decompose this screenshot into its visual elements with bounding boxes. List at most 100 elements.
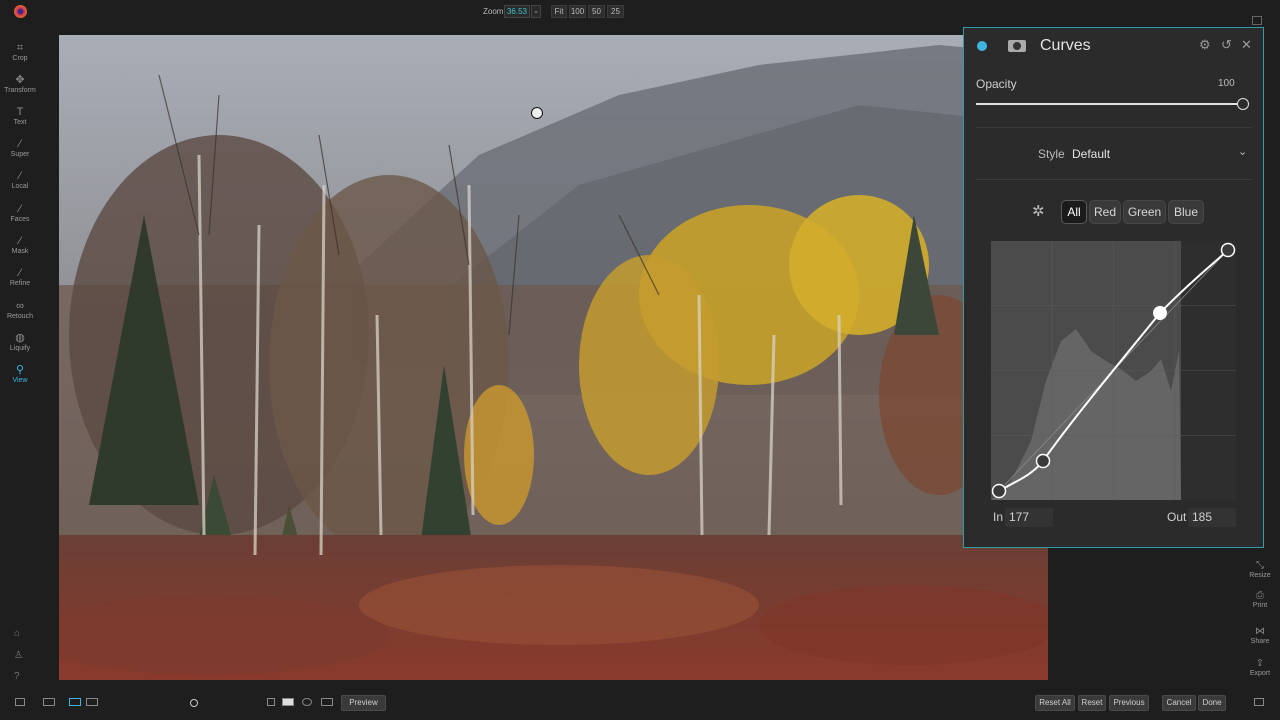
tool-label: Crop xyxy=(12,55,28,62)
style-label: Style xyxy=(1038,147,1065,161)
tool-print[interactable]: ⎙ Print xyxy=(1240,590,1280,609)
done-button[interactable]: Done xyxy=(1198,695,1226,711)
filter-enabled-toggle[interactable] xyxy=(977,41,987,51)
zoom-25-button[interactable]: 25 xyxy=(607,5,624,18)
tool-label: Refine xyxy=(9,280,31,287)
curve-point-shadows[interactable] xyxy=(1035,453,1051,469)
tool-retouch[interactable]: ∞ Retouch xyxy=(0,299,40,329)
previous-button[interactable]: Previous xyxy=(1109,695,1149,711)
export-icon: ⇪ xyxy=(1255,658,1265,669)
tool-label: Faces xyxy=(10,216,30,223)
close-icon[interactable]: ✕ xyxy=(1241,37,1252,53)
tool-local[interactable]: ⁄ Local xyxy=(0,169,40,199)
magnifier-icon: ⚲ xyxy=(15,364,25,376)
brush-icon: ⁄ xyxy=(19,170,21,182)
channel-green-button[interactable]: Green xyxy=(1123,200,1166,224)
curves-graph[interactable] xyxy=(991,241,1236,500)
curve-point-black[interactable] xyxy=(991,483,1007,499)
photo-canvas[interactable] xyxy=(59,35,1048,680)
zoom-fit-button[interactable]: Fit xyxy=(551,5,567,18)
tool-refine[interactable]: ⁄ Refine xyxy=(0,266,40,296)
crop-icon: ⌗ xyxy=(16,42,24,54)
tool-faces[interactable]: ⁄ Faces xyxy=(0,202,40,232)
divider xyxy=(976,179,1252,180)
channel-all-button[interactable]: All xyxy=(1061,200,1087,224)
zoom-label: Zoom xyxy=(483,7,504,16)
compare-view-icon[interactable] xyxy=(69,698,81,706)
opacity-slider-handle[interactable] xyxy=(1237,98,1249,110)
tool-share[interactable]: ⋈ Share xyxy=(1240,626,1280,645)
split-view-icon[interactable] xyxy=(86,698,98,706)
tool-label: Resize xyxy=(1249,572,1271,579)
move-icon: ✥ xyxy=(15,74,25,86)
zoom-value-field[interactable]: 36.53 xyxy=(504,5,530,18)
out-label: Out xyxy=(1167,510,1187,524)
tool-text[interactable]: T Text xyxy=(0,105,40,135)
tool-liquify[interactable]: ◍ Liquify xyxy=(0,331,40,361)
cancel-button[interactable]: Cancel xyxy=(1162,695,1196,711)
liquify-icon: ◍ xyxy=(15,332,25,344)
right-panel-toggle-icon[interactable] xyxy=(1254,698,1264,706)
divider xyxy=(976,127,1252,128)
app-logo-icon[interactable] xyxy=(14,5,27,18)
out-value-field[interactable]: 185 xyxy=(1188,508,1236,527)
tool-label: Print xyxy=(1252,602,1268,609)
share-icon: ⋈ xyxy=(1255,626,1265,637)
text-icon: T xyxy=(16,106,24,118)
reset-button[interactable]: Reset xyxy=(1078,695,1106,711)
channel-blue-button[interactable]: Blue xyxy=(1168,200,1204,224)
channel-red-button[interactable]: Red xyxy=(1089,200,1121,224)
tool-label: Local xyxy=(11,183,29,190)
panel-title: Curves xyxy=(1040,37,1091,54)
mask-icon[interactable] xyxy=(1008,40,1026,52)
tool-crop[interactable]: ⌗ Crop xyxy=(0,41,40,71)
chevron-down-icon[interactable]: ⌄ xyxy=(1238,145,1247,158)
undo-icon[interactable]: ↺ xyxy=(1221,37,1232,53)
tool-label: Export xyxy=(1249,670,1271,677)
curve-point-selected[interactable] xyxy=(1153,306,1167,320)
curves-graph-svg[interactable] xyxy=(991,241,1236,500)
tool-super[interactable]: ⁄ Super xyxy=(0,137,40,167)
reset-all-button[interactable]: Reset All xyxy=(1035,695,1075,711)
mask-view-icon[interactable] xyxy=(282,698,294,706)
user-icon[interactable]: ♙ xyxy=(14,650,23,661)
in-label: In xyxy=(993,510,1004,524)
in-value-field[interactable]: 177 xyxy=(1005,508,1053,527)
mask-overlay-icon[interactable] xyxy=(302,698,312,706)
help-icon[interactable]: ? xyxy=(14,671,20,682)
preview-button[interactable]: Preview xyxy=(341,695,386,711)
curve-point-white[interactable] xyxy=(1220,242,1236,258)
mask-off-icon[interactable] xyxy=(267,698,275,706)
tool-mask[interactable]: ⁄ Mask xyxy=(0,234,40,264)
curves-panel: Curves ⚙ ↺ ✕ Opacity 100 Style Default ⌄… xyxy=(963,27,1264,548)
gear-icon[interactable]: ⚙ xyxy=(1199,37,1211,53)
opacity-slider-track[interactable] xyxy=(976,103,1244,105)
tool-label: Super xyxy=(10,151,30,158)
tool-label: Text xyxy=(13,119,27,126)
zoom-dropdown-chevron-icon[interactable]: ⌄ xyxy=(531,5,541,18)
tool-label: Transform xyxy=(4,87,36,94)
zoom-cursor-icon xyxy=(531,107,543,119)
tool-resize[interactable]: ⤡ Resize xyxy=(1240,560,1280,579)
tool-transform[interactable]: ✥ Transform xyxy=(0,73,40,103)
lock-icon[interactable]: ⌂ xyxy=(14,628,20,639)
tool-label: Mask xyxy=(11,248,29,255)
tool-export[interactable]: ⇪ Export xyxy=(1240,658,1280,677)
panel-toggle-icon[interactable] xyxy=(1252,16,1262,25)
zoom-50-button[interactable]: 50 xyxy=(588,5,605,18)
opacity-value[interactable]: 100 xyxy=(1218,78,1235,89)
resize-icon: ⤡ xyxy=(1256,560,1264,571)
zoom-slider-handle[interactable] xyxy=(190,699,198,707)
magic-wand-icon[interactable]: ✲ xyxy=(1032,202,1045,220)
opacity-label: Opacity xyxy=(976,77,1017,91)
tool-label: View xyxy=(12,377,28,384)
tool-view[interactable]: ⚲ View xyxy=(0,363,40,393)
style-dropdown[interactable]: Default xyxy=(1072,147,1110,161)
refine-icon: ⁄ xyxy=(19,267,21,279)
zoom-100-button[interactable]: 100 xyxy=(569,5,586,18)
super-icon: ⁄ xyxy=(19,138,21,150)
tool-label: Liquify xyxy=(9,345,31,352)
mask-edit-icon[interactable] xyxy=(321,698,333,706)
sidebar-toggle-icon[interactable] xyxy=(15,698,25,706)
single-view-icon[interactable] xyxy=(43,698,55,706)
